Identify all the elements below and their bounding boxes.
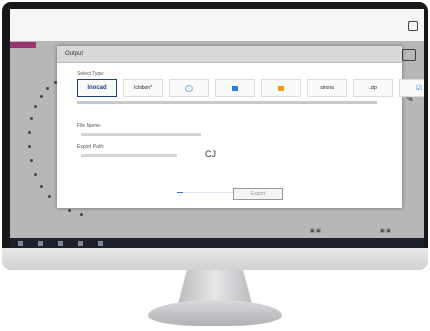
taskbar-app-icon[interactable]: [98, 241, 103, 246]
export-path-field[interactable]: [81, 154, 177, 157]
type-sirona-button[interactable]: sirona: [307, 79, 347, 97]
progress-fill: [177, 192, 183, 193]
start-icon[interactable]: [18, 241, 23, 246]
top-bar: [10, 9, 424, 41]
file-name-field[interactable]: [81, 133, 201, 136]
check-icon: ☑: [415, 85, 423, 92]
status-icon-2: ▣ ▣: [380, 228, 391, 234]
settings-icon[interactable]: [408, 21, 418, 31]
type-check-button[interactable]: ☑: [399, 79, 424, 97]
output-dialog: Output Select Type: Inocad Ichibon* siro…: [57, 46, 424, 208]
type-inocad-button[interactable]: Inocad: [77, 79, 117, 97]
select-type-label: Select Type:: [77, 71, 105, 77]
hint-text: [77, 101, 377, 104]
monitor-chin: [2, 248, 428, 270]
folder-icon: [232, 85, 238, 91]
taskbar-app-icon[interactable]: [58, 241, 63, 246]
monitor-neck: [178, 270, 252, 304]
progress-bar: [177, 192, 237, 193]
dialog-title: Output: [57, 46, 402, 63]
export-button[interactable]: Export: [233, 188, 283, 200]
type-orange-button[interactable]: [261, 79, 301, 97]
type-zip-button[interactable]: .zip: [353, 79, 393, 97]
type-options: Inocad Ichibon* sirona .zip ☑: [77, 79, 424, 97]
screen: ✎ Output Select Type: Inocad Ichibon* si…: [10, 9, 424, 249]
taskbar-app-icon[interactable]: [38, 241, 43, 246]
taskbar-app-icon[interactable]: [78, 241, 83, 246]
monitor-foot: [148, 300, 282, 326]
type-folder-button[interactable]: [215, 79, 255, 97]
status-icon: ▣ ▣: [310, 228, 321, 234]
center-text: CJ: [205, 149, 216, 159]
window-controls: [408, 21, 418, 31]
type-ichibon-button[interactable]: Ichibon*: [123, 79, 163, 97]
circle-icon: [185, 84, 193, 92]
export-path-label: Export Path:: [77, 144, 105, 150]
file-name-label: File Name:: [77, 123, 102, 129]
orange-square-icon: [278, 85, 284, 91]
type-circle-button[interactable]: [169, 79, 209, 97]
